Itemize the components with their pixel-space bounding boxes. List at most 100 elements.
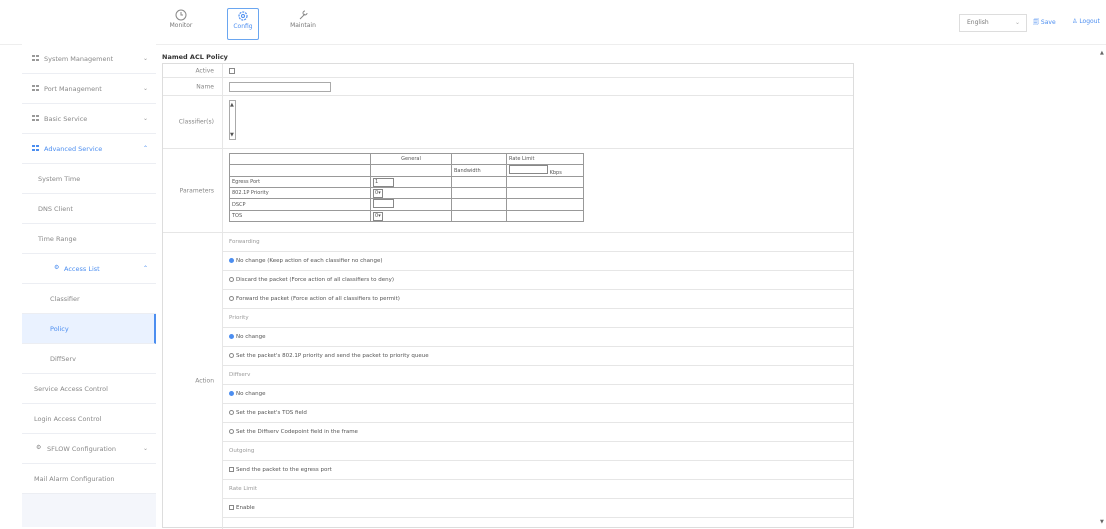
scroll-up-icon[interactable]: ▲ <box>1100 50 1104 56</box>
dscp-label: DSCP <box>229 198 371 211</box>
grid-icon <box>32 145 39 151</box>
kbps-label: Kbps <box>549 170 562 176</box>
name-label: Name <box>196 83 214 90</box>
chevron-down-icon: ⌄ <box>142 115 148 122</box>
sidebar-item-diffserv[interactable]: DiffServ <box>22 344 156 374</box>
dscp-input[interactable] <box>373 199 394 208</box>
sidebar-item-system-management[interactable]: System Management ⌄ <box>22 44 156 74</box>
logout-link[interactable]: ♙ Logout <box>1072 18 1100 25</box>
sidebar-item-basic-service[interactable]: Basic Service ⌄ <box>22 104 156 134</box>
parameters-table: General Rate Limit Bandwidth Kbps Egress… <box>229 153 584 222</box>
rate-limit-header-row: Rate Limit <box>223 480 853 499</box>
radio-checked-icon <box>229 391 234 396</box>
page-scrollbar[interactable]: ▲ ▼ <box>1099 50 1105 527</box>
gear-icon <box>238 11 248 21</box>
pri-no-change-option[interactable]: No change <box>223 328 853 347</box>
name-input[interactable] <box>229 82 331 92</box>
sidebar-item-policy[interactable]: Policy <box>22 314 156 344</box>
egress-port-label: Egress Port <box>229 176 371 188</box>
sidebar-item-classifier[interactable]: Classifier <box>22 284 156 314</box>
outgoing-header: Outgoing <box>223 442 853 461</box>
chevron-down-icon: ⌄ <box>142 445 148 452</box>
out-send-option[interactable]: Send the packet to the egress port <box>223 461 853 480</box>
sidebar-item-sflow-configuration[interactable]: ⚙ SFLOW Configuration ⌄ <box>22 434 156 464</box>
bandwidth-label: Bandwidth <box>451 164 507 177</box>
active-row: Active <box>163 64 853 78</box>
action-label-cell: Action <box>163 233 223 529</box>
radio-icon <box>229 410 234 415</box>
scroll-up-icon[interactable]: ▲ <box>230 102 234 108</box>
save-icon: 🗐 <box>1033 19 1039 26</box>
checkbox-icon <box>229 467 234 472</box>
page-title: Named ACL Policy <box>162 53 228 61</box>
fwd-forward-option[interactable]: Forward the packet (Force action of all … <box>223 290 853 309</box>
pri-set-option[interactable]: Set the packet's 802.1P priority and sen… <box>223 347 853 366</box>
wrench-icon <box>299 10 308 20</box>
sidebar-item-access-list[interactable]: ⚙ Access List ⌃ <box>22 254 156 284</box>
rl-enable-option[interactable]: Enable <box>223 499 853 518</box>
grid-icon <box>32 115 39 121</box>
save-link[interactable]: 🗐 Save <box>1033 18 1056 28</box>
nav-config-button[interactable]: Config <box>227 8 259 40</box>
action-label: Action <box>195 377 214 385</box>
radio-icon <box>229 277 234 282</box>
sidebar-item-system-time[interactable]: System Time <box>22 164 156 194</box>
scroll-down-icon[interactable]: ▼ <box>1100 519 1104 525</box>
grid-icon <box>32 85 39 91</box>
sidebar-item-mail-alarm-configuration[interactable]: Mail Alarm Configuration <box>22 464 156 494</box>
chevron-down-icon: ⌄ <box>1014 19 1020 26</box>
gear-icon: ⚙ <box>36 444 42 451</box>
checkbox-icon <box>229 505 234 510</box>
nav-maintain-label: Maintain <box>290 22 316 29</box>
user-icon: ♙ <box>1072 18 1078 25</box>
tos-select[interactable]: 0▾ <box>373 211 383 221</box>
language-select[interactable]: English ⌄ <box>959 14 1027 32</box>
parameters-label: Parameters <box>179 187 214 194</box>
ds-no-change-option[interactable]: No change <box>223 385 853 404</box>
sidebar-item-port-management[interactable]: Port Management ⌄ <box>22 74 156 104</box>
sidebar-item-dns-client[interactable]: DNS Client <box>22 194 156 224</box>
gear-icon: ⚙ <box>54 264 60 271</box>
p8021p-label: 802.1P Priority <box>229 187 371 199</box>
sidebar-item-login-access-control[interactable]: Login Access Control <box>22 404 156 434</box>
sidebar: System Management ⌄ Port Management ⌄ Basi… <box>22 44 156 527</box>
chevron-down-icon: ⌄ <box>142 85 148 92</box>
classifiers-listbox[interactable]: ▲ ▼ <box>229 100 236 140</box>
rate-limit-header: Rate Limit <box>506 153 584 165</box>
egress-port-input[interactable]: 1 <box>373 177 394 187</box>
nav-monitor-label: Monitor <box>169 22 193 29</box>
nav-config-label: Config <box>233 23 253 30</box>
active-label: Active <box>195 67 214 74</box>
parameters-row: Parameters General Rate Limit Bandwidth … <box>163 149 853 233</box>
chevron-up-icon: ⌃ <box>142 265 148 272</box>
clock-icon <box>175 9 187 21</box>
policy-form: Active Name Classifier(s) ▲ ▼ Parameters… <box>162 63 854 529</box>
classifiers-label: Classifier(s) <box>178 118 214 126</box>
bandwidth-input[interactable] <box>509 165 548 174</box>
sidebar-item-time-range[interactable]: Time Range <box>22 224 156 254</box>
chevron-up-icon: ⌃ <box>142 145 148 152</box>
radio-checked-icon <box>229 334 234 339</box>
ds-tos-option[interactable]: Set the packet's TOS field <box>223 404 853 423</box>
radio-icon <box>229 353 234 358</box>
nav-maintain-button[interactable]: Maintain <box>288 8 318 38</box>
tos-label: TOS <box>229 210 371 222</box>
nav-monitor-button[interactable]: Monitor <box>166 8 196 38</box>
fwd-no-change-option[interactable]: No change (Keep action of each classifie… <box>223 252 853 271</box>
top-bar: Monitor Config Maintain English ⌄ 🗐 Save… <box>0 0 1106 45</box>
active-checkbox[interactable] <box>229 68 235 74</box>
sidebar-item-service-access-control[interactable]: Service Access Control <box>22 374 156 404</box>
sidebar-item-advanced-service[interactable]: Advanced Service ⌃ <box>22 134 156 164</box>
radio-checked-icon <box>229 258 234 263</box>
chevron-down-icon: ⌄ <box>142 55 148 62</box>
name-row: Name <box>163 78 853 96</box>
scroll-down-icon[interactable]: ▼ <box>230 132 234 138</box>
p8021p-select[interactable]: 0▾ <box>373 188 383 198</box>
fwd-discard-option[interactable]: Discard the packet (Force action of all … <box>223 271 853 290</box>
grid-icon <box>32 55 39 61</box>
radio-icon <box>229 429 234 434</box>
forwarding-header: Forwarding <box>223 233 853 252</box>
ds-dscp-option[interactable]: Set the Diffserv Codepoint field in the … <box>223 423 853 442</box>
priority-header: Priority <box>223 309 853 328</box>
classifiers-row: Classifier(s) ▲ ▼ <box>163 96 853 149</box>
